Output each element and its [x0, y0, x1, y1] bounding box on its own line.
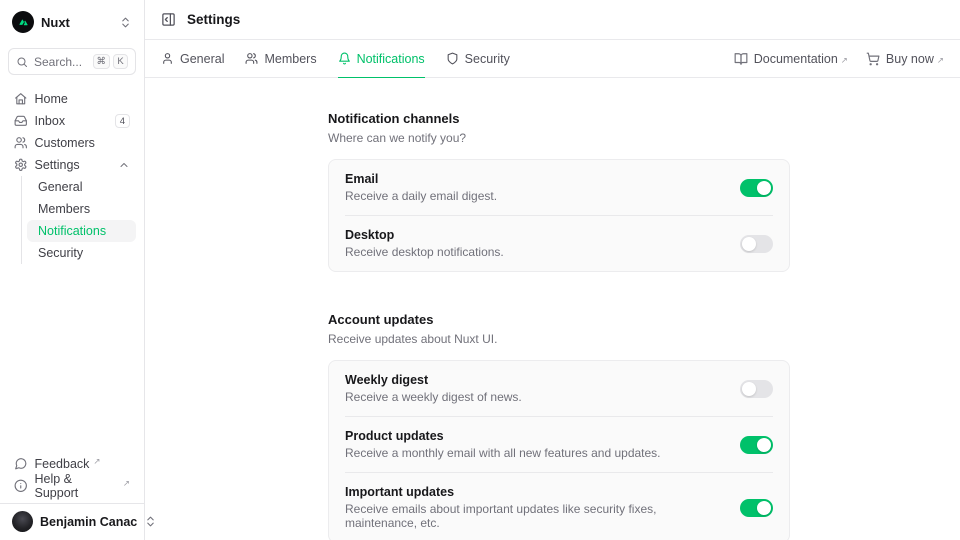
search-input[interactable]: Search... ⌘ K [8, 48, 136, 75]
weekly-digest-toggle[interactable] [740, 380, 773, 398]
section-description: Receive updates about Nuxt UI. [328, 332, 790, 346]
sidebar-item-inbox[interactable]: Inbox 4 [8, 110, 136, 132]
inbox-icon [14, 114, 28, 128]
shield-icon [446, 52, 459, 65]
chevrons-up-down-icon [119, 16, 132, 29]
section-title: Account updates [328, 312, 790, 327]
sidebar-footer-links: Feedback ↗ Help & Support ↗ [8, 453, 136, 503]
sidebar-item-settings-general[interactable]: General [27, 176, 136, 198]
sidebar-item-settings-security[interactable]: Security [27, 242, 136, 264]
nuxt-logo-icon [12, 11, 34, 33]
sidebar: Nuxt Search... ⌘ K Home [0, 0, 145, 540]
settings-subnav: General Members Notifications Security [21, 176, 136, 264]
users-icon [14, 136, 28, 150]
sidebar-item-customers[interactable]: Customers [8, 132, 136, 154]
setting-row-important-updates: Important updates Receive emails about i… [329, 473, 789, 540]
team-name: Nuxt [41, 15, 112, 30]
users-icon [245, 52, 258, 65]
section-title: Notification channels [328, 111, 790, 126]
tabbar-actions: Documentation ↗ Buy now ↗ [734, 52, 944, 66]
tab-security[interactable]: Security [446, 40, 510, 77]
shopping-cart-icon [866, 52, 880, 66]
section-account-updates: Account updates Receive updates about Nu… [328, 312, 790, 540]
home-icon [14, 92, 28, 106]
search-icon [16, 56, 28, 68]
topbar: Settings [145, 0, 960, 40]
setting-row-weekly-digest: Weekly digest Receive a weekly digest of… [329, 361, 789, 416]
external-link-icon: ↗ [123, 478, 130, 489]
sidebar-item-settings[interactable]: Settings [8, 154, 136, 176]
sidebar-item-home[interactable]: Home [8, 88, 136, 110]
settings-content: Notification channels Where can we notif… [145, 78, 960, 540]
setting-row-desktop: Desktop Receive desktop notifications. [329, 216, 789, 271]
help-circle-icon [14, 479, 28, 493]
book-open-icon [734, 52, 748, 66]
setting-row-email: Email Receive a daily email digest. [329, 160, 789, 215]
tab-notifications[interactable]: Notifications [338, 40, 425, 77]
settings-card: Weekly digest Receive a weekly digest of… [328, 360, 790, 540]
avatar [12, 511, 33, 532]
kbd-meta: ⌘ [93, 54, 111, 69]
section-notification-channels: Notification channels Where can we notif… [328, 111, 790, 272]
important-updates-toggle[interactable] [740, 499, 773, 517]
buy-now-link[interactable]: Buy now ↗ [866, 52, 944, 66]
sidebar-item-settings-notifications[interactable]: Notifications [27, 220, 136, 242]
user-name: Benjamin Canac [40, 515, 137, 529]
chevron-up-icon [118, 159, 130, 171]
search-shortcut: ⌘ K [93, 54, 129, 69]
email-toggle[interactable] [740, 179, 773, 197]
tab-members[interactable]: Members [245, 40, 316, 77]
gear-icon [14, 158, 28, 172]
product-updates-toggle[interactable] [740, 436, 773, 454]
external-link-icon: ↗ [841, 55, 848, 66]
collapse-sidebar-button[interactable] [161, 12, 176, 27]
main-panel: Settings General Members Notifications S… [145, 0, 960, 540]
external-link-icon: ↗ [93, 456, 100, 467]
sidebar-item-settings-members[interactable]: Members [27, 198, 136, 220]
documentation-link[interactable]: Documentation ↗ [734, 52, 848, 66]
page-title: Settings [187, 12, 240, 27]
message-circle-icon [14, 457, 28, 471]
app-window: Nuxt Search... ⌘ K Home [0, 0, 960, 540]
inbox-count-badge: 4 [115, 114, 130, 128]
user-icon [161, 52, 174, 65]
section-description: Where can we notify you? [328, 131, 790, 145]
external-link-icon: ↗ [937, 55, 944, 66]
tabbar: General Members Notifications Security D… [145, 40, 960, 78]
search-placeholder: Search... [34, 55, 87, 69]
tab-general[interactable]: General [161, 40, 224, 77]
setting-row-product-updates: Product updates Receive a monthly email … [329, 417, 789, 472]
sidebar-nav: Home Inbox 4 Customers Settings [8, 88, 136, 264]
settings-card: Email Receive a daily email digest. Desk… [328, 159, 790, 272]
desktop-toggle[interactable] [740, 235, 773, 253]
bell-icon [338, 52, 351, 65]
kbd-key: K [113, 54, 128, 69]
team-selector[interactable]: Nuxt [8, 8, 136, 36]
user-menu[interactable]: Benjamin Canac [0, 503, 144, 540]
help-support-link[interactable]: Help & Support ↗ [8, 475, 136, 497]
